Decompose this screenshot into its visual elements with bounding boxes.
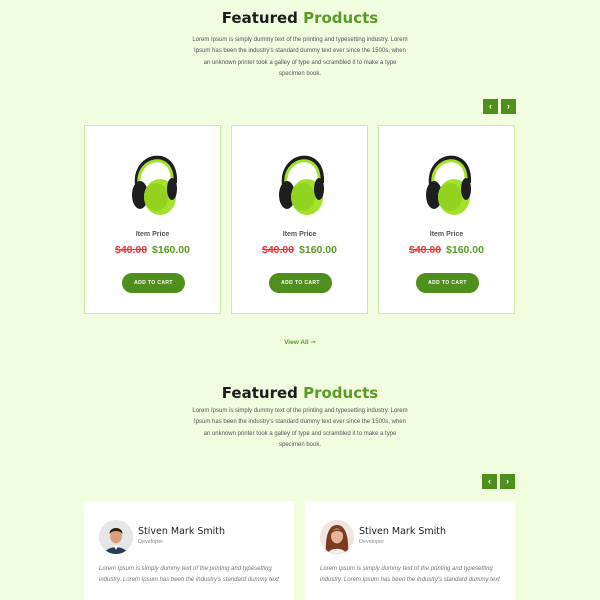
woman-avatar-icon bbox=[320, 520, 354, 554]
new-price: $160.00 bbox=[299, 244, 337, 256]
new-price: $160.00 bbox=[152, 244, 190, 256]
headphones-image bbox=[279, 155, 325, 215]
title-main: Featured bbox=[221, 384, 298, 402]
old-price: $40.00 bbox=[408, 244, 442, 256]
testimonial-name: Stiven Mark Smith bbox=[359, 526, 447, 537]
carousel-nav: ‹ › bbox=[482, 474, 515, 489]
item-price-label: Item Price bbox=[135, 231, 170, 238]
section-title: Featured Products bbox=[0, 384, 600, 402]
add-to-cart-button[interactable]: ADD TO CART bbox=[269, 273, 332, 293]
title-accent: Products bbox=[303, 9, 379, 27]
new-price: $160.00 bbox=[446, 244, 484, 256]
headphones-image bbox=[426, 155, 472, 215]
chevron-left-icon: ‹ bbox=[489, 101, 492, 111]
old-price: $40.00 bbox=[261, 244, 295, 256]
item-price-label: Item Price bbox=[282, 231, 317, 238]
section-description: Lorem Ipsum is simply dummy text of the … bbox=[192, 408, 408, 449]
chevron-right-icon: › bbox=[506, 476, 509, 486]
section-title: Featured Products bbox=[0, 9, 600, 27]
price-row: $40.00 $160.00 bbox=[379, 244, 514, 256]
item-price-label: Item Price bbox=[429, 231, 464, 238]
avatar bbox=[99, 520, 133, 554]
prev-button[interactable]: ‹ bbox=[482, 474, 497, 489]
product-card[interactable]: Item Price $40.00 $160.00 ADD TO CART bbox=[378, 125, 515, 314]
view-all-link[interactable]: View All ➞ bbox=[0, 338, 600, 346]
avatar bbox=[320, 520, 354, 554]
title-main: Featured bbox=[221, 9, 298, 27]
man-avatar-icon bbox=[99, 520, 133, 554]
product-card[interactable]: Item Price $40.00 $160.00 ADD TO CART bbox=[84, 125, 221, 314]
add-to-cart-button[interactable]: ADD TO CART bbox=[122, 273, 185, 293]
next-button[interactable]: › bbox=[500, 474, 515, 489]
prev-button[interactable]: ‹ bbox=[483, 99, 498, 114]
add-to-cart-button[interactable]: ADD TO CART bbox=[416, 273, 479, 293]
old-price: $40.00 bbox=[114, 244, 148, 256]
testimonial-role: Developer bbox=[138, 539, 164, 545]
chevron-left-icon: ‹ bbox=[488, 476, 491, 486]
testimonial-role: Developer bbox=[359, 539, 385, 545]
testimonial-card: Stiven Mark Smith Developer Lorem Ipsum … bbox=[305, 501, 515, 600]
price-row: $40.00 $160.00 bbox=[85, 244, 220, 256]
product-card[interactable]: Item Price $40.00 $160.00 ADD TO CART bbox=[231, 125, 368, 314]
section-description: Lorem Ipsum is simply dummy text of the … bbox=[192, 37, 408, 78]
testimonial-card: Stiven Mark Smith Developer Lorem Ipsum … bbox=[84, 501, 294, 600]
carousel-nav: ‹ › bbox=[483, 99, 516, 114]
headphones-image bbox=[132, 155, 178, 215]
next-button[interactable]: › bbox=[501, 99, 516, 114]
testimonial-text: Lorem Ipsum is simply dummy text of the … bbox=[320, 566, 500, 583]
testimonial-name: Stiven Mark Smith bbox=[138, 526, 226, 537]
price-row: $40.00 $160.00 bbox=[232, 244, 367, 256]
title-accent: Products bbox=[303, 384, 379, 402]
testimonial-text: Lorem Ipsum is simply dummy text of the … bbox=[99, 566, 279, 583]
chevron-right-icon: › bbox=[507, 101, 510, 111]
